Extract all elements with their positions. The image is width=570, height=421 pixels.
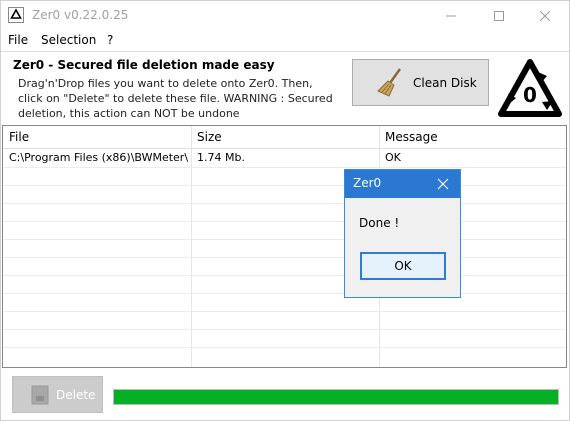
menu-selection[interactable]: Selection — [41, 33, 96, 47]
broom-icon — [377, 68, 402, 97]
menu-help[interactable]: ? — [107, 33, 113, 47]
row-grid-line — [3, 293, 566, 294]
dialog-title-bar: Zer0 — [345, 170, 460, 198]
row-grid-line — [3, 347, 566, 348]
recycle-app-icon — [8, 7, 24, 23]
close-icon — [540, 10, 550, 21]
minimize-button[interactable] — [428, 0, 474, 31]
maximize-icon — [494, 10, 504, 21]
document-icon — [31, 385, 49, 405]
dialog-message: Done ! — [359, 216, 400, 230]
delete-label: Delete — [56, 388, 96, 402]
delete-button[interactable]: Delete — [12, 376, 103, 413]
clean-disk-label: Clean Disk — [413, 76, 477, 90]
title-bar: Zer0 v0.22.0.25 — [0, 0, 570, 31]
file-list-table[interactable]: File Size Message C:\Program Files (x86)… — [2, 125, 567, 368]
minimize-icon — [446, 15, 456, 16]
column-header-file[interactable]: File — [3, 126, 191, 148]
dialog-title: Zer0 — [353, 176, 382, 190]
row-grid-line — [3, 275, 566, 276]
column-header-size[interactable]: Size — [191, 126, 379, 148]
recycle-logo-icon: 0 — [498, 59, 562, 117]
menu-bar: File Selection ? — [0, 31, 570, 51]
dialog-close-icon[interactable] — [433, 174, 453, 194]
header-title: Zer0 - Secured file deletion made easy — [13, 58, 275, 72]
row-size[interactable]: 1.74 Mb. — [197, 149, 377, 167]
row-grid-line — [3, 167, 566, 168]
progress-bar — [113, 389, 559, 405]
close-button[interactable] — [522, 0, 568, 31]
clean-disk-button[interactable]: Clean Disk — [352, 59, 489, 106]
row-grid-line — [3, 203, 566, 204]
row-grid-line — [3, 257, 566, 258]
progress-fill — [114, 390, 558, 404]
row-file[interactable]: C:\Program Files (x86)\BWMeter\B... — [9, 149, 189, 167]
header-description: Drag'n'Drop files you want to delete ont… — [18, 77, 333, 120]
row-grid-line — [3, 329, 566, 330]
menu-file[interactable]: File — [8, 33, 28, 47]
column-divider — [191, 126, 192, 367]
row-message[interactable]: OK — [385, 149, 565, 167]
ok-button[interactable]: OK — [360, 252, 446, 280]
row-grid-line — [3, 221, 566, 222]
column-header-message[interactable]: Message — [379, 126, 566, 148]
window-title: Zer0 v0.22.0.25 — [32, 8, 129, 22]
row-grid-line — [3, 311, 566, 312]
done-dialog: Zer0 Done ! OK — [344, 169, 461, 298]
row-grid-line — [3, 185, 566, 186]
row-grid-line — [3, 239, 566, 240]
maximize-button[interactable] — [476, 0, 522, 31]
menu-separator — [0, 51, 570, 52]
logo-digit: 0 — [523, 83, 537, 107]
